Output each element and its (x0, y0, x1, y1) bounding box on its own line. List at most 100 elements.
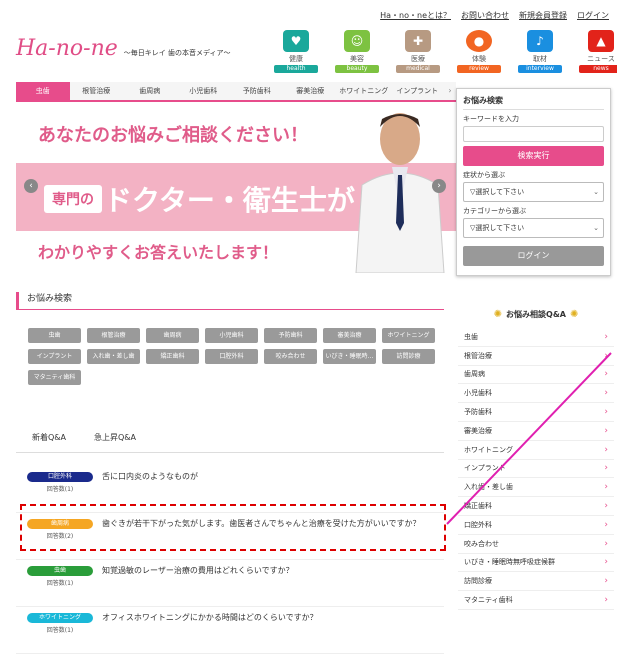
nav-item[interactable]: 予防歯科 (230, 82, 284, 100)
tag-button[interactable]: 入れ歯・差し歯 (87, 349, 140, 364)
question-title[interactable]: 歯ぐきが若干下がった気がします。歯医者さんでちゃんと治療を受けた方がいいですか？ (102, 519, 421, 529)
siren-icon: ▲ (588, 30, 614, 52)
list-item[interactable]: 虫歯 回答数(1) 知覚過敏のレーザー治療の費用はどれくらいですか？ (16, 560, 444, 607)
chevron-right-icon: › (604, 425, 608, 436)
category-health[interactable]: ♥ 健康 health (270, 30, 322, 73)
nav-item[interactable]: 歯周病 (123, 82, 177, 100)
tag-button[interactable]: 審美治療 (323, 328, 376, 343)
tag-button[interactable]: 予防歯科 (264, 328, 317, 343)
symptom-select[interactable]: ▽選択して下さい ⌄ (463, 182, 604, 202)
register-link[interactable]: 新規会員登録 (519, 10, 567, 21)
sidebar-item[interactable]: 矯正歯科 › (458, 497, 614, 516)
tag-button[interactable]: 小児歯科 (205, 328, 258, 343)
tag-button[interactable]: 口腔外科 (205, 349, 258, 364)
hero-banner[interactable]: あなたのお悩みご相談ください！ 専門の ドクター・衛生士が わかりやすくお答えい… (16, 103, 456, 273)
tag-button[interactable]: いびき・睡眠時… (323, 349, 376, 364)
contact-link[interactable]: お問い合わせ (461, 10, 509, 21)
microphone-icon: ♪ (527, 30, 553, 52)
nav-item[interactable]: 虫歯 (16, 82, 70, 100)
tag-button[interactable]: 根管治療 (87, 328, 140, 343)
tag-button[interactable]: ホワイトニング (382, 328, 435, 343)
banner-line2a: 専門の (44, 185, 102, 213)
category-interview[interactable]: ♪ 取材 interview (514, 30, 566, 73)
sidebar-item[interactable]: 歯周病 › (458, 366, 614, 385)
slide-next-icon[interactable]: › (432, 179, 446, 193)
category-label: カテゴリーから選ぶ (463, 207, 526, 215)
nav-item[interactable]: インプラント (391, 82, 445, 100)
chevron-right-icon: › (604, 538, 608, 549)
tag-button[interactable]: 矯正歯科 (146, 349, 199, 364)
nav-item[interactable]: ホワイトニング (337, 82, 391, 100)
chevron-right-icon: › (604, 576, 608, 587)
tag-button[interactable]: 咬み合わせ (264, 349, 317, 364)
about-link[interactable]: Ha・no・neとは？ (380, 10, 451, 21)
list-item[interactable]: 口腔外科 回答数(1) 舌に口内炎のようなものが (16, 466, 444, 513)
login-button[interactable]: ログイン (463, 246, 604, 266)
category-badge: ホワイトニング (27, 613, 93, 623)
category-label: 健康 (289, 55, 303, 63)
category-tag: interview (518, 65, 562, 73)
chevron-right-icon: › (604, 557, 608, 568)
tag-button[interactable]: 歯周病 (146, 328, 199, 343)
question-title[interactable]: オフィスホワイトニングにかかる時間はどのくらいですか？ (102, 613, 318, 623)
category-review[interactable]: ● 体験 review (453, 30, 505, 73)
qa-header: ✺ お悩み相談Q&A ✺ (458, 300, 614, 328)
sidebar-item[interactable]: いびき・睡眠時無呼吸症候群 › (458, 554, 614, 573)
category-tag: medical (396, 65, 440, 73)
nav-item[interactable]: 審美治療 (284, 82, 338, 100)
category-icons: ♥ 健康 health ☺ 美容 beauty ✚ 医療 medical ● 体… (270, 30, 617, 73)
chevron-right-icon: › (604, 482, 608, 493)
login-link[interactable]: ログイン (577, 10, 609, 21)
search-panel-title: お悩み検索 (463, 95, 604, 110)
chevron-down-icon: ⌄ (593, 224, 599, 232)
sidebar-item[interactable]: 小児歯科 › (458, 384, 614, 404)
treatment-nav: 虫歯 根管治療 歯周病 小児歯科 予防歯科 審美治療 ホワイトニング インプラン… (16, 82, 456, 102)
sidebar-item[interactable]: 虫歯 › (458, 328, 614, 347)
list-item[interactable]: ホワイトニング 回答数(1) オフィスホワイトニングにかかる時間はどのくらいですか… (16, 607, 444, 654)
chevron-right-icon: › (604, 519, 608, 530)
tag-button[interactable]: 虫歯 (28, 328, 81, 343)
symptom-label: 症状から選ぶ (463, 171, 505, 179)
category-medical[interactable]: ✚ 医療 medical (392, 30, 444, 73)
category-tag: beauty (335, 65, 379, 73)
tag-button[interactable]: 訪問診療 (382, 349, 435, 364)
doctor-icon: ✚ (405, 30, 431, 52)
sidebar-item[interactable]: 根管治療 › (458, 347, 614, 366)
sidebar-item[interactable]: 訪問診療 › (458, 572, 614, 592)
chevron-right-icon: › (604, 501, 608, 512)
sidebar-item[interactable]: インプラント › (458, 460, 614, 479)
sidebar-item[interactable]: ホワイトニング › (458, 441, 614, 460)
category-news[interactable]: ▲ ニュース news (575, 30, 617, 73)
category-beauty[interactable]: ☺ 美容 beauty (331, 30, 383, 73)
category-label: 医療 (411, 55, 425, 63)
question-title[interactable]: 知覚過敏のレーザー治療の費用はどれくらいですか？ (102, 566, 294, 576)
tag-button[interactable]: マタニティ歯科 (28, 370, 81, 385)
sidebar-item[interactable]: 審美治療 › (458, 422, 614, 441)
search-panel: お悩み検索 キーワードを入力 検索実行 症状から選ぶ ▽選択して下さい ⌄ カテゴ… (456, 88, 611, 276)
tab-trending[interactable]: 急上昇Q&A (94, 432, 136, 443)
sidebar-item[interactable]: マタニティ歯科 › (458, 591, 614, 610)
chevron-right-icon: › (604, 388, 608, 399)
nav-item[interactable]: 小児歯科 (177, 82, 231, 100)
nav-item[interactable]: 根管治療 (70, 82, 124, 100)
category-select[interactable]: ▽選択して下さい ⌄ (463, 218, 604, 238)
chevron-right-icon: › (604, 350, 608, 361)
qa-tabs: 新着Q&A 急上昇Q&A (32, 432, 136, 443)
nav-next-arrow-icon[interactable]: › (444, 82, 456, 100)
site-logo[interactable]: Ha-no-ne ～毎日キレイ 歯の本音メディア～ (16, 36, 231, 61)
tag-button[interactable]: インプラント (28, 349, 81, 364)
sidebar-item[interactable]: 咬み合わせ › (458, 535, 614, 554)
keyword-input[interactable] (463, 126, 604, 142)
category-label: 取材 (533, 55, 547, 63)
sidebar-item[interactable]: 口腔外科 › (458, 516, 614, 535)
tab-new[interactable]: 新着Q&A (32, 432, 66, 443)
logo-name: Ha-no-ne (16, 36, 118, 61)
sidebar-item[interactable]: 予防歯科 › (458, 403, 614, 422)
search-button[interactable]: 検索実行 (463, 146, 604, 166)
slide-prev-icon[interactable]: ‹ (24, 179, 38, 193)
sidebar-item[interactable]: 入れ歯・差し歯 › (458, 478, 614, 498)
question-title[interactable]: 舌に口内炎のようなものが (102, 472, 198, 482)
chevron-down-icon: ⌄ (593, 188, 599, 196)
select-value: ▽選択して下さい (470, 224, 525, 232)
list-item[interactable]: 歯周病 回答数(2) 歯ぐきが若干下がった気がします。歯医者さんでちゃんと治療を受… (16, 513, 444, 560)
